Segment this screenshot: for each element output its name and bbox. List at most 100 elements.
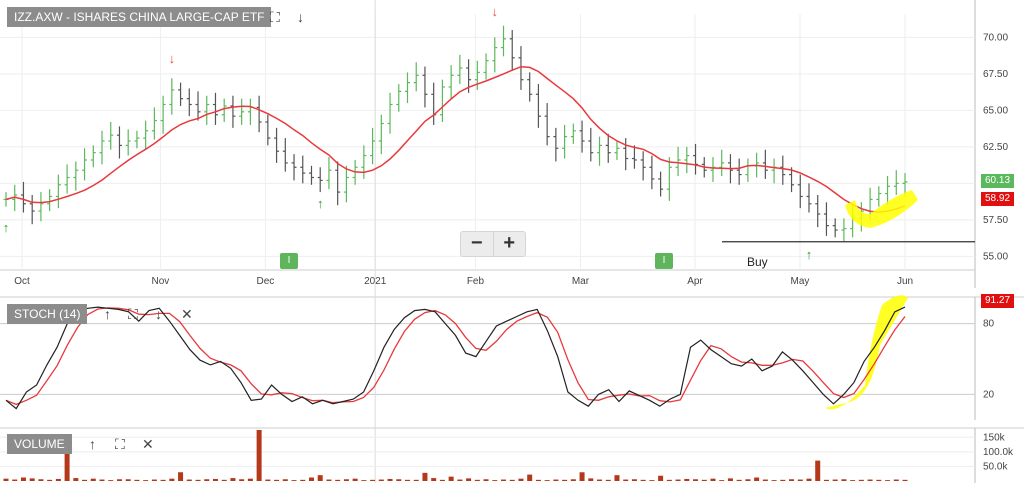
zoom-out-button[interactable]: − [461,232,494,256]
volume-bar [3,478,9,481]
volume-bar [858,479,864,481]
volume-bar [300,479,306,481]
volume-bar [38,479,44,481]
volume-bar [387,478,393,481]
arrow-up-volume-icon[interactable]: ↑ [89,436,96,452]
volume-bar [658,475,664,481]
volume-bar [527,474,533,481]
zoom-in-button[interactable]: + [494,232,526,256]
close-volume-icon[interactable]: ✕ [142,436,154,452]
volume-bar [457,479,463,481]
price-xtick-2: Dec [257,276,275,287]
volume-bar [99,479,105,481]
price-ytick-3: 62.50 [983,142,1008,153]
volume-ytick-1: 100.0k [983,447,1014,458]
price-xtick-4: Feb [467,276,485,287]
volume-bar [204,479,210,481]
volume-bar [701,479,707,481]
volume-bar [160,479,166,481]
price-panel-title: IZZ.AXW - ISHARES CHINA LARGE-CAP ETF [7,7,272,27]
volume-bar [90,478,96,481]
volume-bar [308,477,314,481]
chart-root: 55.0057.5060.0062.5065.0067.5070.00OctNo… [0,0,1024,483]
price-ytick-5: 67.50 [983,69,1008,80]
volume-bar [893,479,899,481]
volume-bar [239,479,245,481]
price-xtick-7: May [791,276,810,287]
price-xtick-0: Oct [14,276,30,287]
volume-bar [230,478,236,481]
volume-bar [876,479,882,481]
volume-bar [151,479,157,481]
expand-stoch-icon[interactable]: ⛶ [128,306,138,322]
price-ytick-6: 70.00 [983,32,1008,43]
volume-bar [501,479,507,481]
volume-bar [832,479,838,481]
volume-bar [20,477,26,481]
arrow-down-price-icon[interactable]: ↓ [297,9,304,25]
volume-bar [745,479,751,481]
volume-bar [413,479,419,481]
volume-bar [439,479,445,481]
annotation-up-arrow-4: ↑ [806,247,813,262]
expand-volume-icon[interactable]: ⛶ [115,436,125,452]
volume-bar [492,480,498,481]
volume-bar [736,479,742,481]
stoch-ytick-1: 80 [983,319,995,330]
price-xtick-5: Mar [572,276,590,287]
volume-bar [710,478,716,481]
volume-bar [570,479,576,481]
volume-bar [675,479,681,481]
volume-bar [780,479,786,481]
volume-bar [134,479,140,481]
volume-bar [378,479,384,481]
volume-bar [789,479,795,481]
stoch-value-tag: 91.27 [981,294,1015,308]
annotation-up-arrow-2: ↑ [3,220,10,235]
volume-bar [806,478,812,481]
volume-bar [631,479,637,481]
volume-bar [55,478,61,481]
volume-bar [352,478,358,481]
volume-bar [12,479,18,481]
annotation-down-arrow-0: ↓ [169,51,176,66]
price-ytick-1: 57.50 [983,215,1008,226]
annotation-down-arrow-1: ↓ [492,4,499,19]
volume-bar [474,479,480,481]
volume-bar [466,478,472,481]
volume-bar [885,480,891,481]
stoch-ytick-0: 20 [983,389,995,400]
volume-bar [509,479,515,481]
event-badge-mar[interactable]: I [655,253,673,269]
close-stoch-icon[interactable]: ✕ [181,306,193,322]
volume-bar [640,479,646,481]
volume-bar [265,479,271,481]
arrow-down-stoch-icon[interactable]: ↓ [155,306,162,322]
volume-bar [518,478,524,481]
volume-bar [396,479,402,481]
volume-bar [335,479,341,481]
volume-bar [553,479,559,481]
stoch-panel-title: STOCH (14) [7,304,88,324]
volume-bar [562,479,568,481]
volume-bar [422,472,428,481]
volume-bar [823,479,829,481]
buy-label: Buy [747,255,768,269]
volume-bar [116,479,122,481]
arrow-up-stoch-icon[interactable]: ↑ [104,306,111,322]
volume-bar [867,479,873,481]
volume-bar [343,479,349,481]
volume-bar [256,430,262,481]
volume-bar [544,480,550,481]
volume-panel-title: VOLUME [7,434,72,454]
volume-bar [370,479,376,481]
event-badge-dec[interactable]: I [280,253,298,269]
volume-bar [754,477,760,481]
price-ytick-4: 65.00 [983,105,1008,116]
price-xtick-6: Apr [687,276,703,287]
price-ytick-0: 55.00 [983,251,1008,262]
expand-price-icon[interactable]: ⛶ [270,9,280,25]
volume-ytick-0: 50.0k [983,461,1008,472]
volume-bar [684,478,690,481]
volume-bar [317,475,323,481]
